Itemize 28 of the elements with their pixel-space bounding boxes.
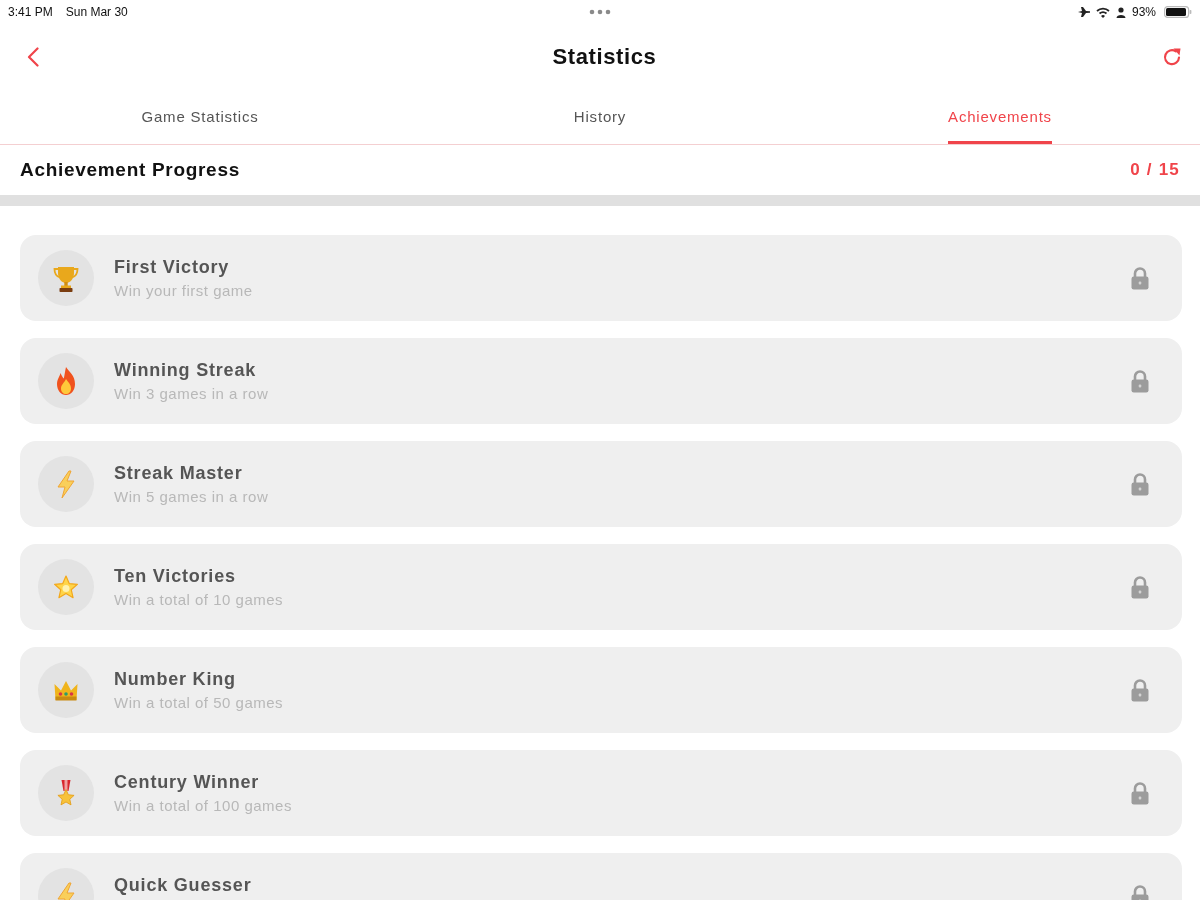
achievement-title: Number King	[114, 668, 236, 690]
tab[interactable]: History	[573, 90, 627, 144]
achievement-count: 0 / 15	[1130, 160, 1180, 180]
screen-title: Statistics	[552, 44, 657, 70]
section-title: Achievement Progress	[20, 159, 240, 181]
achievement-title: Winning Streak	[114, 359, 257, 381]
tab[interactable]: Game Statistics	[141, 90, 259, 144]
crown-icon	[38, 662, 94, 718]
status-time: 3:41 PM	[8, 5, 53, 19]
medal-icon	[38, 765, 94, 821]
status-date: Sun Mar 30	[65, 5, 128, 19]
dots-icon[interactable]	[589, 9, 611, 15]
battery-percent: 93%	[1131, 5, 1156, 19]
wifi-icon	[1095, 6, 1110, 18]
refresh-icon[interactable]	[1162, 47, 1182, 67]
achievement-title: First Victory	[114, 256, 230, 278]
achievement-title: Streak Master	[114, 462, 243, 484]
airplane-icon	[1077, 6, 1090, 18]
flame-icon	[38, 353, 94, 409]
trophy-icon	[38, 250, 94, 306]
tab[interactable]: Achievements	[948, 90, 1052, 144]
back-icon[interactable]	[27, 47, 39, 67]
achievement-title: Ten Victories	[114, 565, 236, 587]
battery-icon	[1164, 6, 1192, 18]
achievement-title: Century Winner	[114, 771, 260, 793]
person-icon	[1115, 6, 1126, 18]
achievement-title: Quick Guesser	[114, 874, 252, 896]
lightning-icon	[38, 456, 94, 512]
